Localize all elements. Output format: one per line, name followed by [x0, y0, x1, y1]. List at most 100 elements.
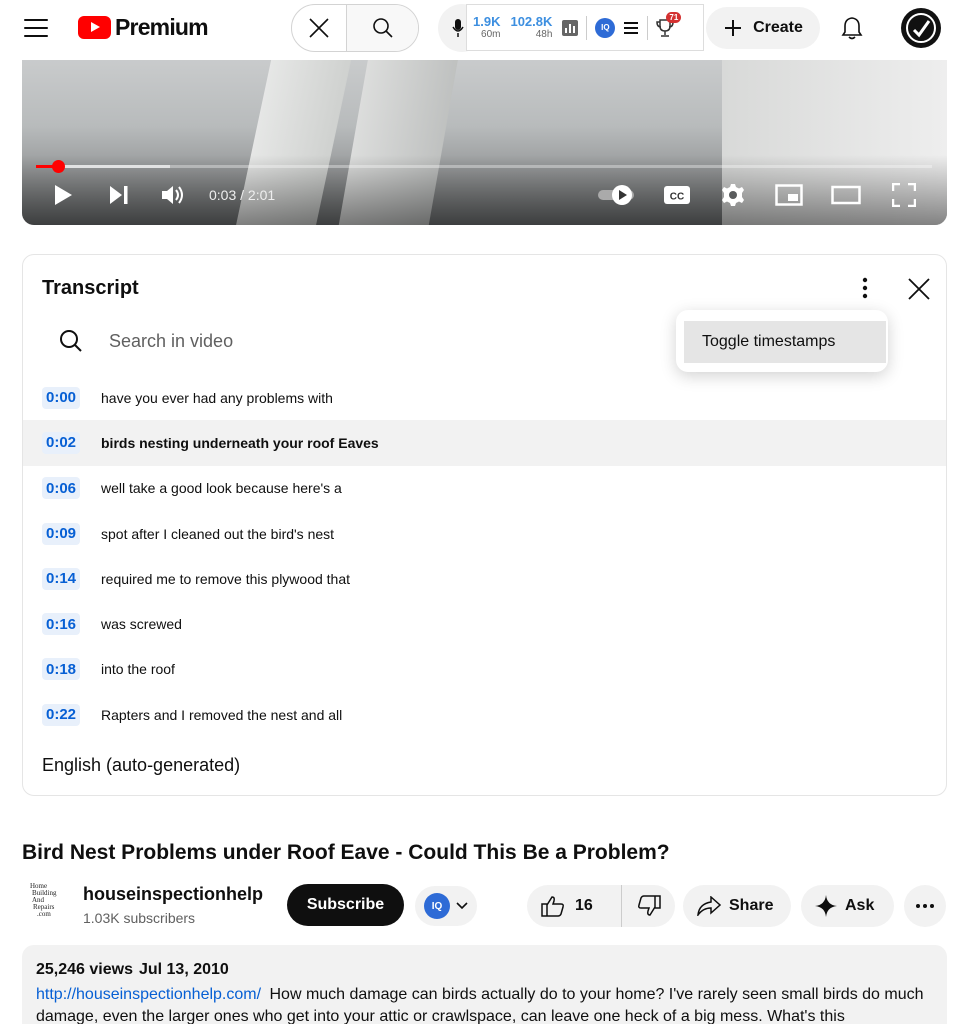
bell-icon[interactable] [836, 12, 868, 44]
segment-timestamp[interactable]: 0:18 [42, 658, 80, 681]
transcript-segment[interactable]: 0:14 required me to remove this plywood t… [23, 556, 946, 601]
play-icon[interactable] [50, 182, 76, 208]
thumbs-up-icon [541, 896, 564, 917]
miniplayer-icon[interactable] [774, 182, 804, 208]
like-count: 16 [575, 897, 593, 914]
stat-value: 1.9K [473, 14, 501, 29]
create-label: Create [753, 19, 803, 36]
search-icon[interactable] [346, 5, 418, 51]
gear-icon[interactable] [720, 182, 746, 208]
close-icon[interactable] [292, 5, 346, 51]
segment-timestamp[interactable]: 0:06 [42, 477, 80, 500]
view-count: 25,246 views [36, 961, 133, 978]
top-bar: Premium 1.9K 60m 102.8K 48h IQ 71 Create [0, 0, 971, 58]
vidiq-dropdown[interactable]: IQ [415, 886, 477, 926]
toggle-timestamps-item[interactable]: Toggle timestamps [684, 321, 886, 363]
segment-timestamp[interactable]: 0:16 [42, 613, 80, 636]
description-text: http://houseinspectionhelp.com/ How much… [36, 984, 933, 1024]
transcript-segment[interactable]: 0:00 have you ever had any problems with [23, 375, 946, 420]
ask-label: Ask [845, 897, 875, 914]
segment-text: well take a good look because here's a [101, 480, 342, 497]
vidiq-extension-bar: 1.9K 60m 102.8K 48h IQ 71 [466, 4, 704, 51]
trophy-badge: 71 [666, 11, 682, 23]
avatar-text: .com [37, 910, 51, 918]
subscribe-button[interactable]: Subscribe [287, 884, 404, 926]
transcript-segment[interactable]: 0:18 into the roof [23, 647, 946, 692]
list-icon[interactable] [623, 21, 639, 35]
share-label: Share [729, 897, 774, 914]
dislike-button[interactable] [622, 885, 675, 927]
plus-icon [725, 20, 742, 36]
transcript-search-input[interactable] [109, 330, 509, 352]
transcript-title: Transcript [42, 277, 139, 299]
share-button[interactable]: Share [683, 885, 791, 927]
autoplay-toggle[interactable] [596, 182, 636, 208]
time-display: 0:03 / 2:01 [209, 187, 276, 203]
segment-timestamp[interactable]: 0:00 [42, 386, 80, 409]
segment-timestamp[interactable]: 0:02 [42, 431, 80, 454]
search-box [291, 4, 419, 52]
segment-text: Rapters and I removed the nest and all [101, 706, 343, 723]
description-box[interactable]: 25,246 views Jul 13, 2010 http://houseins… [22, 945, 947, 1024]
segment-text: birds nesting underneath your roof Eaves [101, 434, 379, 451]
transcript-segment[interactable]: 0:09 spot after I cleaned out the bird's … [23, 511, 946, 556]
transcript-menu-popup: Toggle timestamps [676, 310, 888, 372]
subscriber-count: 1.03K subscribers [83, 910, 196, 926]
segment-text: spot after I cleaned out the bird's nest [101, 525, 335, 542]
chevron-down-icon [456, 902, 468, 910]
next-icon[interactable] [106, 182, 132, 208]
progress-bar[interactable] [36, 160, 932, 173]
thumbs-down-icon [637, 895, 661, 916]
transcript-segment[interactable]: 0:06 well take a good look because here's… [23, 466, 946, 511]
ask-button[interactable]: Ask [801, 885, 894, 927]
divider [586, 15, 588, 40]
segment-timestamp[interactable]: 0:22 [42, 703, 80, 726]
transcript-segment[interactable]: 0:22 Rapters and I removed the nest and a… [23, 692, 946, 737]
more-horiz-icon[interactable] [904, 885, 946, 927]
segment-timestamp[interactable]: 0:14 [42, 567, 80, 590]
like-button[interactable]: 16 [527, 885, 622, 927]
trophy-icon[interactable]: 71 [656, 11, 682, 38]
video-title: Bird Nest Problems under Roof Eave - Cou… [22, 841, 670, 864]
transcript-segment[interactable]: 0:16 was screwed [23, 601, 946, 646]
volume-icon[interactable] [160, 182, 188, 208]
stat-value: 102.8K [510, 14, 553, 29]
more-vert-icon[interactable] [853, 275, 877, 301]
stat-views-60m[interactable]: 1.9K 60m [473, 14, 500, 41]
like-dislike-group: 16 [527, 885, 675, 927]
close-icon[interactable] [905, 275, 933, 303]
avatar[interactable] [901, 8, 941, 48]
sparkle-icon [815, 895, 837, 917]
captions-icon[interactable]: CC [662, 182, 692, 208]
search-icon [60, 330, 82, 352]
share-icon [697, 896, 721, 916]
segment-text: into the roof [101, 661, 175, 678]
description-link[interactable]: http://houseinspectionhelp.com/ [36, 986, 261, 1003]
transcript-segment[interactable]: 0:02 birds nesting underneath your roof E… [23, 420, 946, 466]
channel-name[interactable]: houseinspectionhelp [83, 884, 263, 905]
theater-mode-icon[interactable] [830, 182, 862, 208]
bar-chart-icon[interactable] [562, 19, 579, 36]
fullscreen-icon[interactable] [890, 182, 918, 208]
divider [647, 15, 649, 40]
youtube-play-icon [78, 16, 111, 39]
channel-avatar[interactable]: Home Building And Repairs .com [24, 883, 68, 927]
video-player[interactable]: 0:03 / 2:01 CC [22, 60, 947, 225]
youtube-logo[interactable]: Premium [78, 14, 209, 41]
transcript-segments: 0:00 have you ever had any problems with 0… [23, 375, 946, 737]
stat-period: 60m [481, 29, 501, 40]
vidiq-icon: IQ [424, 893, 450, 919]
upload-date: Jul 13, 2010 [138, 961, 229, 978]
description-meta: 25,246 views Jul 13, 2010 [36, 961, 933, 979]
logo-text: Premium [115, 14, 209, 40]
segment-text: have you ever had any problems with [101, 389, 333, 406]
stat-views-48h[interactable]: 102.8K 48h [510, 14, 552, 41]
create-button[interactable]: Create [706, 7, 820, 49]
transcript-search[interactable] [59, 323, 679, 359]
segment-timestamp[interactable]: 0:09 [42, 522, 80, 545]
segment-text: was screwed [101, 616, 182, 633]
menu-icon[interactable] [16, 10, 56, 46]
language-selector[interactable]: English (auto-generated) [42, 755, 240, 776]
vidiq-icon[interactable]: IQ [595, 17, 616, 38]
segment-text: required me to remove this plywood that [101, 570, 351, 587]
